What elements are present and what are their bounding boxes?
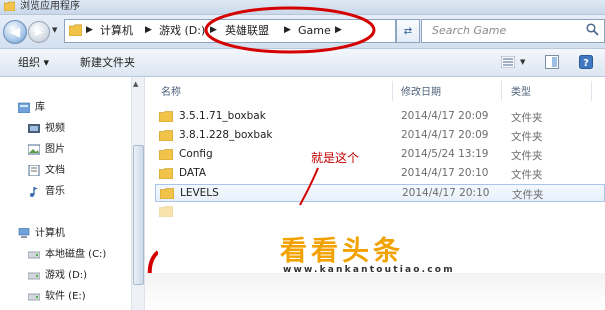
annotation-arrow [299, 167, 319, 206]
watermark-banner: 看看头条 www.kankantoutiao.com [158, 227, 605, 275]
annotation-circle-breadcrumb [204, 6, 376, 54]
watermark-url: www.kankantoutiao.com [283, 265, 455, 275]
annotation-text: 就是这个 [311, 151, 360, 165]
watermark-brand: 看看头条 [280, 236, 404, 267]
bottom-area [145, 273, 605, 310]
